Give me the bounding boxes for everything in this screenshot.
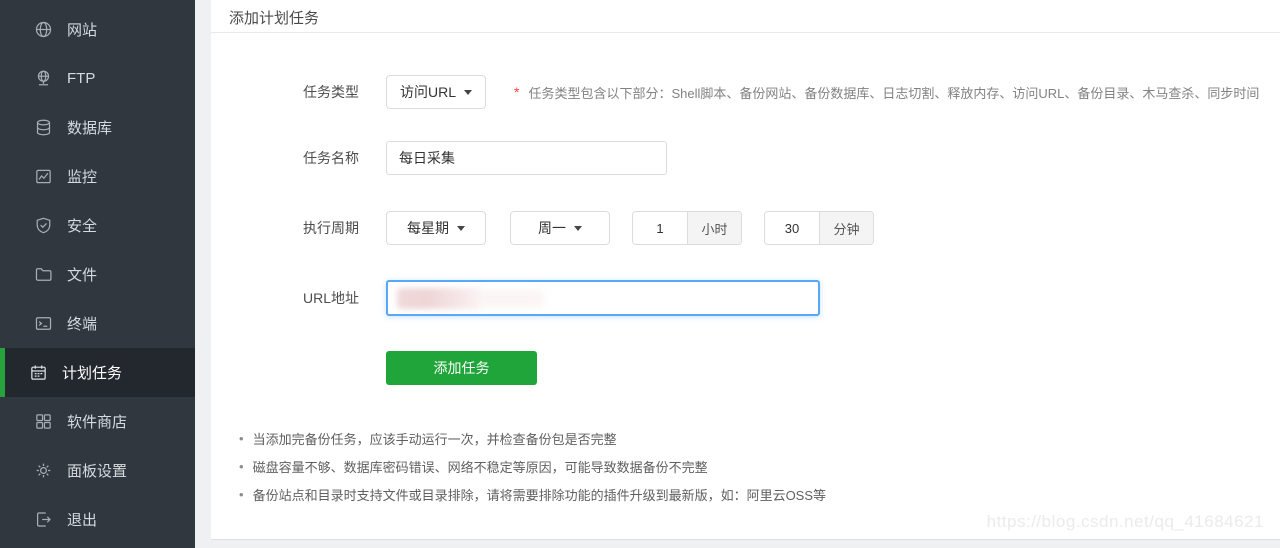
sidebar-item-label: 面板设置 [67, 460, 127, 481]
sidebar-item-label: 计划任务 [62, 362, 122, 383]
task-type-hint: 任务类型包含以下部分：Shell脚本、备份网站、备份数据库、日志切割、释放内存、… [528, 83, 1259, 102]
calendar-icon [29, 363, 48, 382]
url-row: URL地址 [303, 280, 820, 316]
task-name-input[interactable] [386, 141, 667, 175]
sidebar-item-website[interactable]: 网站 [0, 5, 195, 54]
sidebar-item-ftp[interactable]: FTP [0, 54, 195, 103]
chevron-down-icon [464, 90, 472, 95]
watermark-text: https://blog.csdn.net/qq_41684621 [987, 512, 1264, 532]
hour-unit-label: 小时 [687, 212, 741, 244]
page-title: 添加计划任务 [211, 0, 1280, 33]
sidebar-item-security[interactable]: 安全 [0, 201, 195, 250]
chevron-down-icon [574, 226, 582, 231]
sidebar-item-app-store[interactable]: 软件商店 [0, 397, 195, 446]
sidebar-item-label: 网站 [67, 19, 97, 40]
content-card: 添加计划任务 任务类型 访问URL * 任务类型包含以下部分：Shell脚本、备… [211, 0, 1280, 540]
sidebar-item-cron[interactable]: 计划任务 [0, 348, 195, 397]
minute-input[interactable] [765, 212, 819, 244]
sidebar-item-database[interactable]: 数据库 [0, 103, 195, 152]
cycle-day-selected: 周一 [538, 218, 566, 238]
sidebar-item-label: 数据库 [67, 117, 112, 138]
cycle-row: 执行周期 每星期 周一 小时 分钟 [303, 210, 874, 246]
sidebar-item-label: 终端 [67, 313, 97, 334]
apps-icon [34, 412, 53, 431]
url-input-wrap [386, 280, 820, 316]
task-type-selected: 访问URL [400, 82, 456, 102]
sidebar-item-files[interactable]: 文件 [0, 250, 195, 299]
add-task-button[interactable]: 添加任务 [386, 351, 537, 385]
required-asterisk: * [514, 84, 519, 100]
url-input[interactable] [388, 282, 818, 314]
sidebar-item-panel-settings[interactable]: 面板设置 [0, 446, 195, 495]
note-item: 当添加完备份任务，应该手动运行一次，并检查备份包是否完整 [230, 424, 826, 452]
ftp-icon [34, 69, 53, 88]
cycle-period-dropdown[interactable]: 每星期 [386, 211, 486, 245]
chevron-down-icon [457, 226, 465, 231]
sidebar-item-label: 监控 [67, 166, 97, 187]
terminal-icon [34, 314, 53, 333]
sidebar-item-label: 退出 [67, 509, 97, 530]
sidebar-item-label: 软件商店 [67, 411, 127, 432]
sidebar-item-logout[interactable]: 退出 [0, 495, 195, 544]
note-item: 备份站点和目录时支持文件或目录排除，请将需要排除功能的插件升级到最新版，如：阿里… [230, 480, 826, 508]
minute-input-group: 分钟 [764, 211, 874, 245]
gear-icon [34, 461, 53, 480]
task-type-row: 任务类型 访问URL * 任务类型包含以下部分：Shell脚本、备份网站、备份数… [303, 74, 1259, 110]
globe-icon [34, 20, 53, 39]
task-name-row: 任务名称 [303, 140, 667, 176]
task-type-label: 任务类型 [303, 82, 386, 102]
main-area: 添加计划任务 任务类型 访问URL * 任务类型包含以下部分：Shell脚本、备… [195, 0, 1280, 548]
monitor-icon [34, 167, 53, 186]
sidebar-item-terminal[interactable]: 终端 [0, 299, 195, 348]
cycle-period-selected: 每星期 [407, 218, 449, 238]
task-type-dropdown[interactable]: 访问URL [386, 75, 486, 109]
logout-icon [34, 510, 53, 529]
hour-input-group: 小时 [632, 211, 742, 245]
shield-icon [34, 216, 53, 235]
note-item: 磁盘容量不够、数据库密码错误、网络不稳定等原因，可能导致数据备份不完整 [230, 452, 826, 480]
sidebar-item-label: 安全 [67, 215, 97, 236]
task-name-label: 任务名称 [303, 148, 386, 168]
cycle-day-dropdown[interactable]: 周一 [510, 211, 610, 245]
sidebar-item-label: 文件 [67, 264, 97, 285]
sidebar: 网站 FTP 数据库 监控 安全 文件 终端 计划任务 软件商店 面板设置 退出 [0, 0, 195, 548]
url-label: URL地址 [303, 288, 386, 308]
minute-unit-label: 分钟 [819, 212, 873, 244]
database-icon [34, 118, 53, 137]
cycle-label: 执行周期 [303, 218, 386, 238]
sidebar-item-monitoring[interactable]: 监控 [0, 152, 195, 201]
notes-list: 当添加完备份任务，应该手动运行一次，并检查备份包是否完整磁盘容量不够、数据库密码… [230, 424, 826, 508]
folder-icon [34, 265, 53, 284]
hour-input[interactable] [633, 212, 687, 244]
sidebar-item-label: FTP [67, 70, 95, 87]
